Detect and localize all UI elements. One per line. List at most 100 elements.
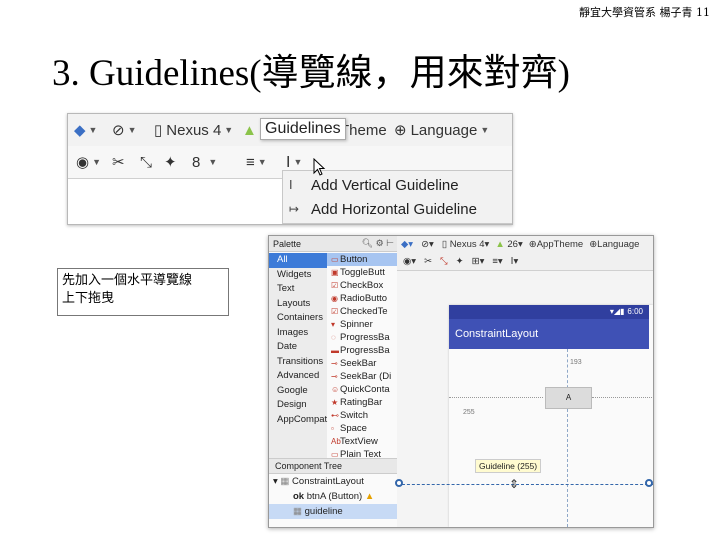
language-selector[interactable]: ⊕Language [589,239,639,250]
menu-item-label: Add Horizontal Guideline [311,200,477,218]
category-item[interactable]: Transitions [269,355,327,370]
device-selector[interactable]: ▯ Nexus 4 ▼ [154,114,233,146]
theme-selector[interactable]: ⊕AppTheme [529,239,583,250]
guideline-tooltip: Guideline (255) [475,459,542,473]
widget-item[interactable]: ◉ RadioButto [327,292,397,305]
default-margin-selector[interactable]: 8 ▼ [192,146,217,178]
caption-line-1: 先加入一個水平導覽線 [62,273,193,288]
orientation-icon[interactable]: ⊘ ▼ [112,114,137,146]
right-chain-line [592,397,652,404]
clear-constraints-icon[interactable]: ⤡ [140,146,152,178]
widget-item[interactable]: ▭Plain Text [327,448,397,458]
orientation-icon[interactable]: ⊘▾ [421,239,434,250]
widget-item[interactable]: ☺QuickConta [327,383,397,396]
margin-top-label: 193 [570,359,582,366]
margin-value: 8 [192,153,201,171]
language-selector[interactable]: ⊕ Language ▼ [394,114,489,146]
category-item[interactable]: Design [269,398,327,413]
design-canvas[interactable]: ▾◢▮ 6:00 ConstraintLayout 193 A 255 Guide… [395,271,653,527]
palette-search-icon[interactable]: 🔍︎ ⚙ ⊢ [362,238,394,249]
theme-selector[interactable]: Theme [340,114,387,146]
component-tree-panel: Component Tree ▾ ▦ ConstraintLayout ok b… [269,458,398,527]
language-label: Language [410,121,478,139]
horizontal-guideline-icon: ↦ [289,202,300,216]
palette-widgets: ▭Button ▣ToggleButt ☑ CheckBox ◉ RadioButt… [327,253,397,458]
add-horizontal-guideline-item[interactable]: ↦ Add Horizontal Guideline [289,197,477,221]
infer-constraints-icon[interactable]: ✦ [164,146,177,178]
device-selector[interactable]: ▯ Nexus 4▾ [442,239,490,250]
widget-item[interactable]: ▬ProgressBa [327,344,397,357]
autoconnect-icon[interactable]: ✂ [424,256,432,267]
widget-item[interactable]: ▣ToggleButt [327,266,397,279]
api-selector[interactable]: ▲ 26▾ [495,239,522,250]
theme-label: Theme [340,121,387,139]
device-preview: ▾◢▮ 6:00 ConstraintLayout 193 A 255 [449,305,653,527]
pack-icon[interactable]: ≡ ▼ [246,146,267,178]
android-icon: ▲ [242,121,257,139]
editor-screenshot: Palette 🔍︎ ⚙ ⊢ All Widgets Text Layouts … [268,235,654,528]
palette-title: Palette [273,238,302,249]
widget-item[interactable]: ⊸ SeekBar (Di [327,370,397,383]
category-item[interactable]: AppCompat [269,413,327,428]
widget-item[interactable]: ▭Button [327,253,397,266]
mouse-cursor-icon [313,158,326,176]
app-bar: ConstraintLayout [449,319,649,349]
component-tree-header: Component Tree [269,458,397,474]
layers-icon[interactable]: ◆▾ [401,239,413,250]
guidelines-button[interactable]: Ⅰ▾ [511,256,519,267]
category-item[interactable]: Advanced [269,369,327,384]
widget-item[interactable]: ☑ CheckedTe [327,305,397,318]
menu-item-label: Add Vertical Guideline [311,176,459,194]
caption-box: 先加入一個水平導覽線 上下拖曳 [57,268,229,316]
slide-header: 靜宜大學資管系 楊子青 11 [579,6,710,19]
guidelines-tooltip: Guidelines [260,118,346,140]
category-item[interactable]: Widgets [269,268,327,283]
layers-icon[interactable]: ◆ ▼ [74,114,97,146]
tree-row-button[interactable]: ok btnA (Button) ▲ [269,489,397,504]
category-item[interactable]: Images [269,326,327,341]
infer-constraints-icon[interactable]: ✦ [456,256,464,267]
widget-item[interactable]: ★ RatingBar [327,396,397,409]
eye-icon[interactable]: ◉▾ [403,256,416,267]
palette-panel: Palette 🔍︎ ⚙ ⊢ All Widgets Text Layouts … [269,236,398,458]
widget-item[interactable]: ⊸ SeekBar [327,357,397,370]
add-vertical-guideline-item[interactable]: Ⅰ Add Vertical Guideline [289,173,459,197]
palette-categories: All Widgets Text Layouts Containers Imag… [269,253,327,458]
category-all[interactable]: All [269,253,327,268]
widget-item[interactable]: ▾ Spinner [327,318,397,331]
editor-toolbar-1: ◆▾ ⊘▾ ▯ Nexus 4▾ ▲ 26▾ ⊕AppTheme ⊕Langua… [397,236,653,254]
device-label: Nexus 4 [166,121,222,139]
btnA-preview[interactable]: A [545,387,592,409]
eye-icon[interactable]: ◉ ▼ [76,146,101,178]
vertical-guide-line [567,409,568,527]
vertical-guideline-icon: Ⅰ [289,178,293,192]
guideline-handle-right[interactable] [645,479,653,487]
caption-line-2: 上下拖曳 [62,291,115,306]
widget-item[interactable]: ◌ ProgressBa [327,331,397,344]
tree-row-guideline[interactable]: ▦ guideline [269,504,397,519]
category-item[interactable]: Containers [269,311,327,326]
editor-toolbar-2: ◉▾ ✂ ⤡ ✦ ⊞▾ ≡▾ Ⅰ▾ [397,253,653,271]
margin-left-label: 255 [463,409,475,416]
margin-selector[interactable]: ⊞▾ [472,256,485,267]
left-chain-line [449,397,543,404]
category-item[interactable]: Layouts [269,297,327,312]
slide-title: 3. Guidelines(導覽線，用來對齊) [52,53,570,94]
horizontal-guideline[interactable] [397,484,653,485]
guideline-handle-left[interactable] [395,479,403,487]
category-item[interactable]: Text [269,282,327,297]
category-item[interactable]: Google [269,384,327,399]
autoconnect-icon[interactable]: ✂ [112,146,125,178]
widget-item[interactable]: ⊷Switch [327,409,397,422]
category-item[interactable]: Date [269,340,327,355]
tree-row-root[interactable]: ▾ ▦ ConstraintLayout [269,474,397,489]
status-bar: ▾◢▮ 6:00 [449,305,649,319]
widget-item[interactable]: ☑ CheckBox [327,279,397,292]
palette-header: Palette 🔍︎ ⚙ ⊢ [269,236,397,252]
widget-item[interactable]: AbTextView [327,435,397,448]
drag-cursor-icon: ⇕ [509,477,520,491]
guidelines-menu: Ⅰ Add Vertical Guideline ↦ Add Horizonta… [282,170,512,224]
widget-item[interactable]: ▫ Space [327,422,397,435]
align-icon[interactable]: ≡▾ [492,256,502,267]
clear-constraints-icon[interactable]: ⤡ [440,256,448,267]
